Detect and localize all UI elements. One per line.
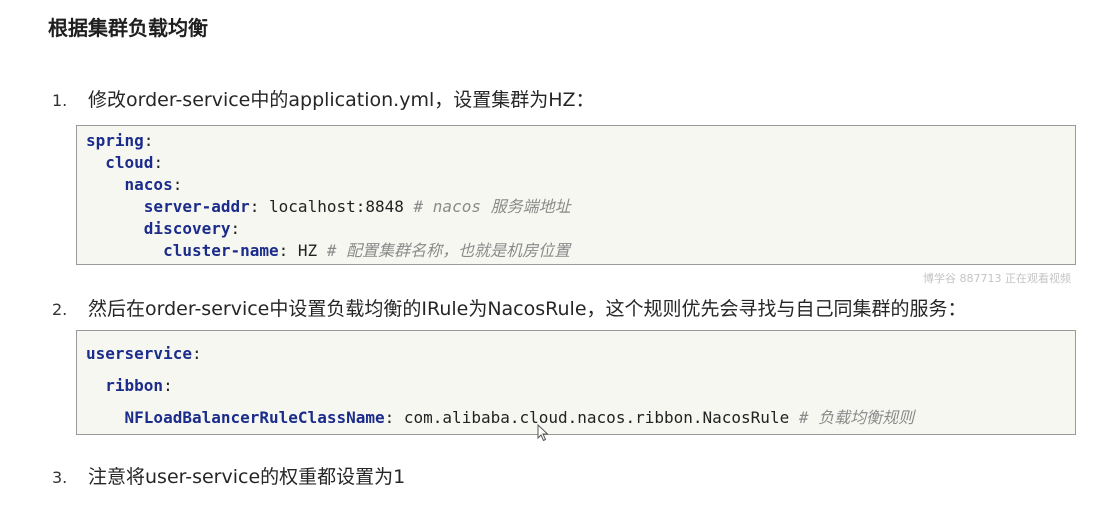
code-line: nacos: — [124, 175, 183, 194]
step-number: 2. — [52, 300, 68, 319]
code-comment: # nacos 服务端地址 — [413, 197, 571, 216]
step-number: 3. — [52, 468, 68, 487]
code-block-yaml-cluster: spring: cloud: nacos: server-addr: local… — [76, 125, 1076, 265]
code-line: userservice: — [86, 344, 202, 363]
step-number: 1. — [52, 91, 68, 110]
code-key: server-addr — [143, 197, 250, 216]
code-block-ribbon-rule: userservice: ribbon: NFLoadBalancerRuleC… — [76, 330, 1076, 435]
code-line: NFLoadBalancerRuleClassName: com.alibaba… — [124, 408, 915, 427]
code-value: HZ — [297, 241, 318, 260]
code-value: com.alibaba.cloud.nacos.ribbon.NacosRule — [403, 408, 790, 427]
step-text: 注意将user-service的权重都设置为1 — [88, 466, 406, 488]
code-key: ribbon — [105, 376, 164, 395]
code-key: NFLoadBalancerRuleClassName — [124, 408, 385, 427]
step-text: 然后在order-service中设置负载均衡的IRule为NacosRule，… — [88, 298, 967, 320]
code-comment: # 配置集群名称，也就是机房位置 — [326, 241, 571, 260]
step-text: 修改order-service中的application.yml，设置集群为HZ… — [88, 89, 595, 111]
mouse-cursor-icon — [537, 424, 549, 442]
watermark-text: 博学谷 887713 正在观看视频 — [923, 272, 1071, 285]
step-1: 1. 修改order-service中的application.yml，设置集群为… — [52, 85, 595, 112]
page-title: 根据集群负载均衡 — [48, 16, 208, 40]
code-line: cloud: — [105, 153, 164, 172]
code-key: nacos — [124, 175, 173, 194]
code-line: ribbon: — [105, 376, 173, 395]
code-line: server-addr: localhost:8848 # nacos 服务端地… — [143, 197, 571, 216]
step-3: 3. 注意将user-service的权重都设置为1 — [52, 462, 405, 489]
code-key: userservice — [86, 344, 192, 363]
code-line: cluster-name: HZ # 配置集群名称，也就是机房位置 — [163, 241, 571, 260]
step-2: 2. 然后在order-service中设置负载均衡的IRule为NacosRul… — [52, 294, 967, 321]
code-key: spring — [86, 131, 144, 150]
code-line: spring: — [86, 131, 154, 150]
code-key: cloud — [105, 153, 154, 172]
code-comment: # 负载均衡规则 — [798, 408, 915, 427]
code-line: discovery: — [143, 219, 241, 238]
code-key: cluster-name — [163, 241, 279, 260]
code-value: localhost:8848 — [269, 197, 404, 216]
code-key: discovery — [143, 219, 231, 238]
